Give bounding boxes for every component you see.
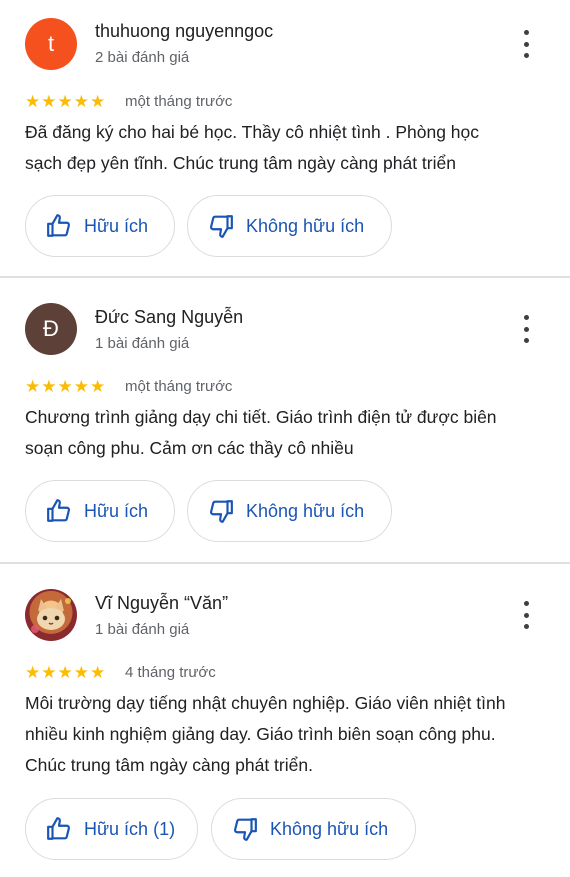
- more-vert-icon-dot: [523, 53, 529, 58]
- star-rating: ★★★★★: [25, 377, 107, 396]
- not-helpful-button[interactable]: Không hữu ích: [211, 798, 416, 860]
- review-text: Chương trình giảng dạy chi tiết. Giáo tr…: [25, 402, 545, 464]
- more-options-button[interactable]: [515, 312, 537, 346]
- thumbs-down-icon: [234, 818, 257, 841]
- more-vert-icon: [523, 315, 529, 320]
- review-text-line: nhiều kinh nghiệm giảng day. Giáo trình …: [25, 724, 496, 744]
- more-vert-icon-dot: [523, 612, 529, 618]
- helpful-label: Hữu ích: [84, 215, 149, 236]
- thumbs-up-icon: [47, 817, 70, 840]
- more-options-button[interactable]: [515, 27, 537, 61]
- star-rating: ★★★★★: [25, 663, 107, 682]
- star-rating: ★★★★★: [25, 92, 107, 111]
- helpful-button[interactable]: Hữu ích: [25, 195, 175, 257]
- more-vert-icon-dot: [523, 41, 529, 47]
- more-vert-icon: [523, 601, 529, 606]
- reviewer-name[interactable]: Vĩ Nguyễn “Văn”: [95, 593, 228, 614]
- not-helpful-label: Không hữu ích: [270, 818, 389, 839]
- thumbs-down-icon: [210, 215, 233, 238]
- review-text: Đã đăng ký cho hai bé học. Thầy cô nhiệt…: [25, 117, 545, 179]
- more-vert-icon-dot: [523, 326, 529, 332]
- thumbs-up-icon: [47, 499, 70, 522]
- review-time: một tháng trước: [125, 93, 233, 110]
- reviewer-name[interactable]: thuhuong nguyenngoc: [95, 21, 273, 42]
- review-count: 2 bài đánh giá: [95, 49, 190, 66]
- review-card: Vĩ Nguyễn “Văn” 1 bài đánh giá ★★★★★ 4 t…: [0, 564, 570, 877]
- helpful-label: Hữu ích (1): [84, 818, 176, 839]
- review-time: 4 tháng trước: [125, 664, 216, 681]
- helpful-label: Hữu ích: [84, 500, 149, 521]
- review-text-line: Đã đăng ký cho hai bé học. Thầy cô nhiệt…: [25, 122, 480, 142]
- review-text-line: Chúc trung tâm ngày càng phát triển.: [25, 755, 313, 775]
- not-helpful-label: Không hữu ích: [246, 215, 365, 236]
- review-time: một tháng trước: [125, 378, 233, 395]
- not-helpful-label: Không hữu ích: [246, 500, 365, 521]
- more-vert-icon-dot: [523, 338, 529, 343]
- helpful-button[interactable]: Hữu ích: [25, 480, 175, 542]
- review-text-line: sạch đẹp yên tĩnh. Chúc trung tâm ngày c…: [25, 153, 456, 173]
- avatar[interactable]: t: [25, 18, 77, 70]
- review-count: 1 bài đánh giá: [95, 335, 190, 352]
- thumbs-up-icon: [47, 214, 70, 237]
- avatar[interactable]: Đ: [25, 303, 77, 355]
- avatar[interactable]: [25, 589, 77, 641]
- reviewer-name[interactable]: Đức Sang Nguyễn: [95, 307, 243, 328]
- not-helpful-button[interactable]: Không hữu ích: [187, 480, 392, 542]
- review-card: Đ Đức Sang Nguyễn 1 bài đánh giá ★★★★★ m…: [0, 278, 570, 562]
- review-count: 1 bài đánh giá: [95, 621, 190, 638]
- thumbs-down-icon: [210, 500, 233, 523]
- review-text-line: soạn công phu. Cảm ơn các thầy cô nhiều: [25, 438, 354, 458]
- review-text-line: Môi trường dạy tiếng nhật chuyên nghiệp.…: [25, 693, 506, 713]
- avatar-letter: Đ: [43, 316, 59, 341]
- review-text: Môi trường dạy tiếng nhật chuyên nghiệp.…: [25, 688, 545, 781]
- more-vert-icon-dot: [523, 624, 529, 629]
- review-card: t thuhuong nguyenngoc 2 bài đánh giá ★★★…: [0, 0, 570, 276]
- more-vert-icon: [523, 30, 529, 35]
- review-text-line: Chương trình giảng dạy chi tiết. Giáo tr…: [25, 407, 497, 427]
- cat-avatar-image: [31, 598, 71, 633]
- helpful-button[interactable]: Hữu ích (1): [25, 798, 198, 860]
- more-options-button[interactable]: [515, 598, 537, 632]
- avatar-letter: t: [47, 31, 55, 56]
- not-helpful-button[interactable]: Không hữu ích: [187, 195, 392, 257]
